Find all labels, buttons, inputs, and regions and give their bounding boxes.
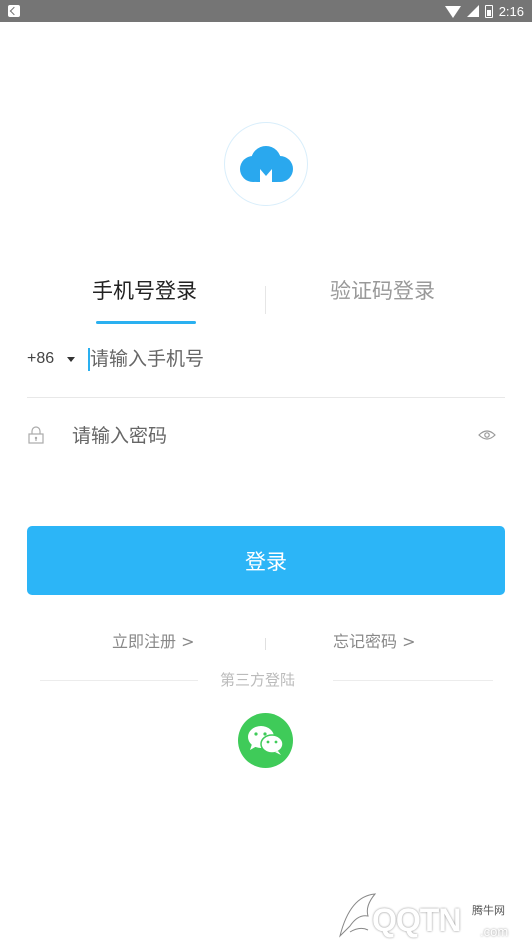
wifi-icon (444, 6, 461, 18)
tab-divider (265, 286, 266, 314)
divider-right (333, 680, 493, 681)
watermark-sub: 腾牛网 (472, 904, 505, 917)
eye-icon[interactable] (478, 428, 496, 442)
status-bar-right: 2:16 (444, 0, 524, 22)
divider-left (40, 680, 198, 681)
active-tab-indicator (96, 321, 196, 324)
login-button[interactable]: 登录 (27, 526, 505, 595)
caret-down-icon[interactable] (67, 357, 75, 362)
tab-phone-login[interactable]: 手机号登录 (92, 276, 197, 306)
link-divider (265, 638, 266, 650)
lock-icon (28, 426, 44, 444)
register-link[interactable]: 立即注册 > (112, 631, 195, 653)
watermark-domain: .com (480, 924, 509, 939)
password-input[interactable] (72, 421, 452, 451)
cloud-logo-icon (240, 146, 293, 182)
wechat-icon (248, 726, 284, 755)
notification-app-icon (8, 5, 20, 17)
tab-code-login[interactable]: 验证码登录 (330, 276, 435, 306)
country-code-selector[interactable]: +86 (27, 348, 54, 370)
status-bar: 2:16 (0, 0, 532, 22)
status-time: 2:16 (498, 3, 524, 19)
battery-icon (484, 4, 493, 18)
app-logo (224, 122, 308, 206)
third-party-label: 第三方登陆 (220, 671, 296, 689)
phone-input[interactable] (90, 344, 490, 374)
forgot-password-link[interactable]: 忘记密码 > (333, 631, 416, 653)
signal-icon (466, 5, 479, 17)
wechat-login-button[interactable] (238, 713, 293, 768)
divider (27, 397, 505, 398)
watermark-brand: QQTN (372, 902, 461, 938)
